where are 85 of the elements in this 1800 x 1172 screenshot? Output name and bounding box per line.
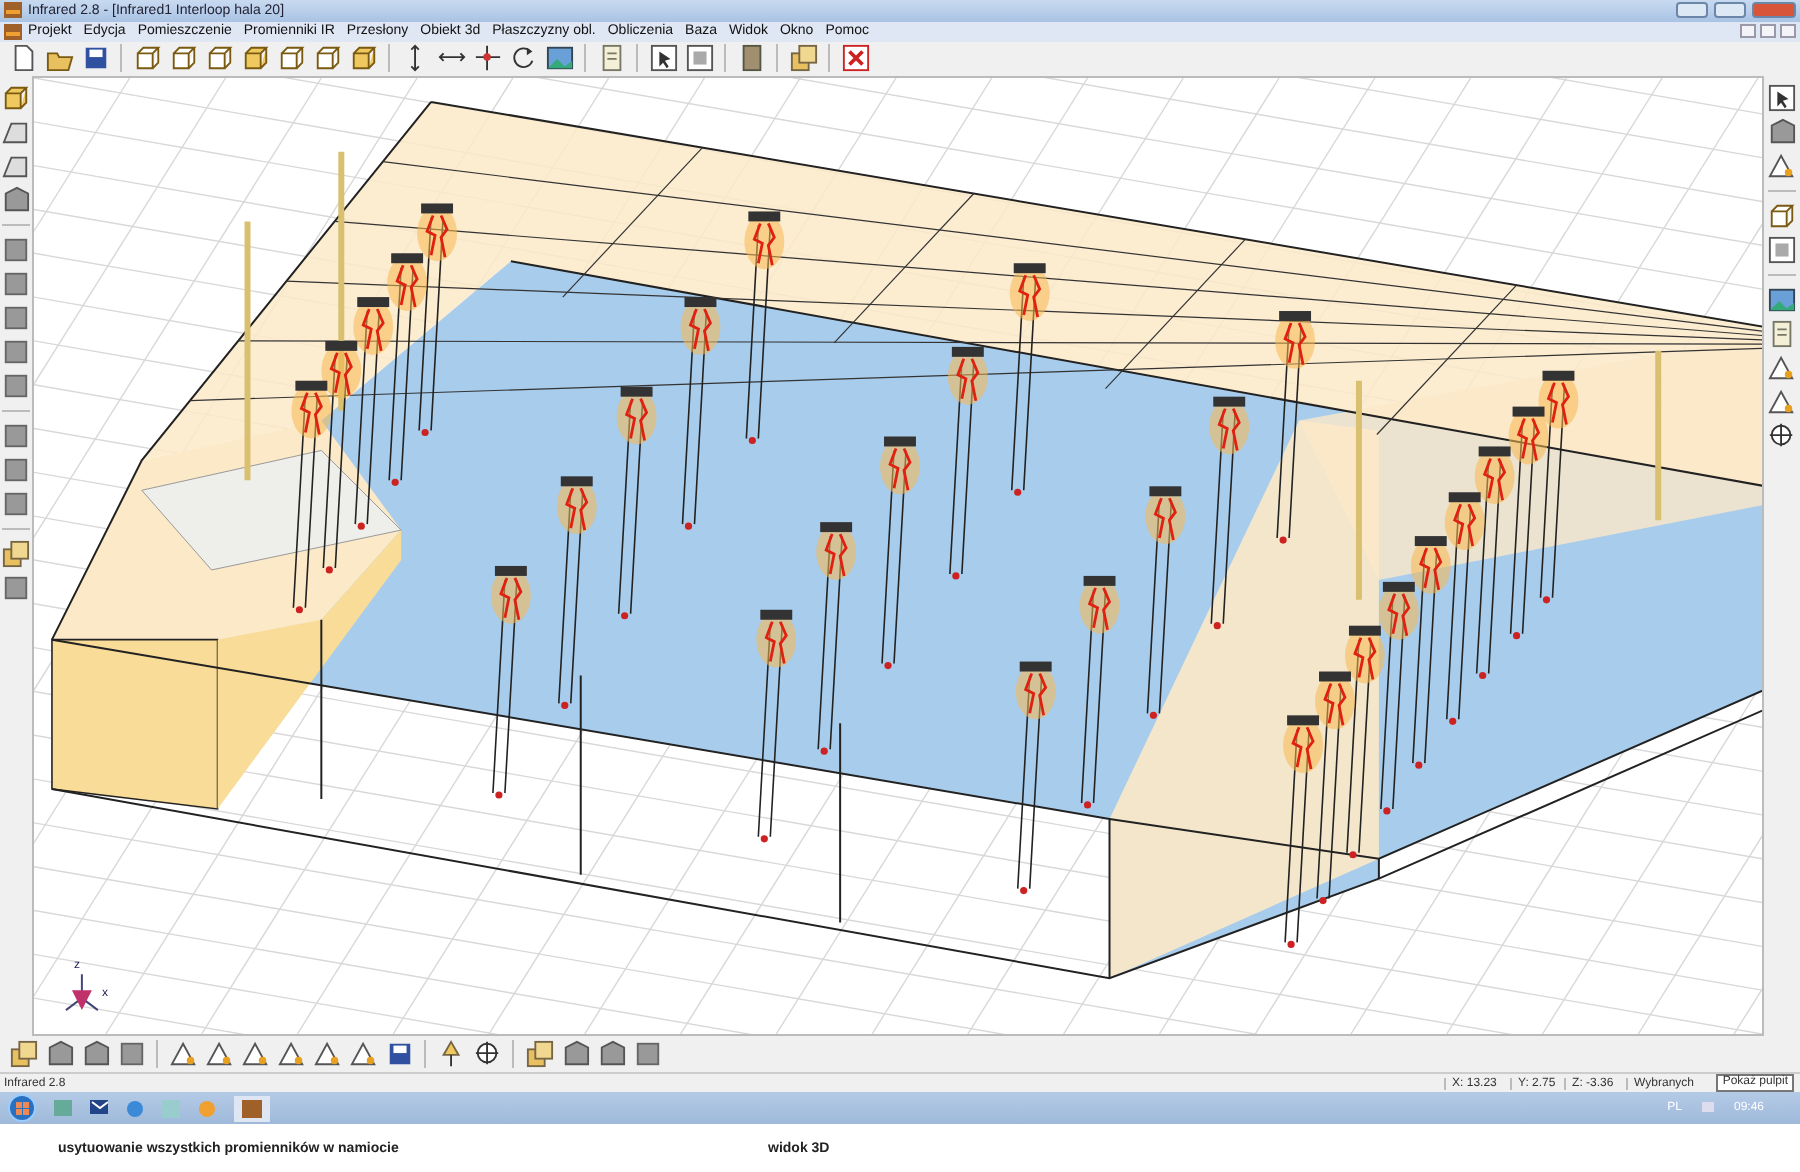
layers-icon [2, 539, 30, 568]
layers-icon [525, 1040, 553, 1069]
square-icon [2, 421, 30, 450]
toolbar-button[interactable] [310, 1038, 344, 1071]
restore-button[interactable] [1760, 24, 1776, 39]
frame-icon [685, 44, 713, 73]
wall-icon [561, 1040, 589, 1069]
square-icon [2, 455, 30, 484]
cube-icon [205, 44, 233, 73]
picture-icon [545, 44, 573, 73]
taskbar-button[interactable] [90, 1100, 108, 1117]
toolbar-button[interactable] [1765, 81, 1799, 114]
toolbar-button[interactable] [1765, 149, 1799, 182]
move-icon [473, 44, 501, 73]
page-icon [597, 44, 625, 73]
toolbar-button[interactable] [238, 1038, 272, 1071]
close-button[interactable] [1780, 24, 1796, 39]
page-icon [1768, 319, 1796, 348]
picture-icon [1768, 285, 1796, 314]
square-icon [2, 235, 30, 264]
pointer-icon [649, 44, 677, 73]
layers-icon [9, 1040, 37, 1069]
minimize-button[interactable] [1740, 24, 1756, 39]
toolbar-button[interactable] [346, 1038, 380, 1071]
triangle-icon [1768, 151, 1796, 180]
wall-icon [81, 1040, 109, 1069]
start-button[interactable] [8, 1094, 36, 1123]
cube-icon [169, 44, 197, 73]
square-icon [117, 1040, 145, 1069]
crosshair-icon [1768, 421, 1796, 450]
triangle-icon [169, 1040, 197, 1069]
toolbar-button[interactable] [0, 183, 33, 216]
taskbar-button[interactable] [234, 1095, 270, 1122]
toolbar-button[interactable] [542, 42, 576, 75]
book-icon [737, 44, 765, 73]
floppy-icon [385, 1040, 413, 1069]
cube-icon [241, 44, 269, 73]
square-icon [2, 269, 30, 298]
app-icon [4, 2, 22, 19]
square-icon [2, 573, 30, 602]
triangle-icon [205, 1040, 233, 1069]
triangle-icon [1768, 353, 1796, 382]
toolbar-button[interactable] [682, 42, 716, 75]
toolbar-button[interactable] [646, 42, 680, 75]
toolbar-button[interactable] [1765, 283, 1799, 316]
crosshair-icon [473, 1040, 501, 1069]
toolbar-button[interactable] [838, 42, 872, 75]
cube-icon [2, 83, 30, 112]
toolbar-button[interactable] [1765, 233, 1799, 266]
toolbar-button[interactable] [202, 1038, 236, 1071]
minimize-button[interactable] [1676, 2, 1708, 19]
frame-icon [1768, 235, 1796, 264]
wall-icon [45, 1040, 73, 1069]
wall-icon [597, 1040, 625, 1069]
triangle-icon [1768, 387, 1796, 416]
pin-icon [437, 1040, 465, 1069]
maximize-button[interactable] [1714, 2, 1746, 19]
layers-icon [789, 44, 817, 73]
triangle-icon [277, 1040, 305, 1069]
triangle-icon [313, 1040, 341, 1069]
pointer-icon [1768, 83, 1796, 112]
square-icon [2, 489, 30, 518]
toolbar-button[interactable] [0, 81, 33, 114]
toolbar-button[interactable] [166, 1038, 200, 1071]
square-icon [2, 371, 30, 400]
wall-icon [1768, 117, 1796, 146]
cube-icon [349, 44, 377, 73]
toolbar-button[interactable] [470, 42, 504, 75]
toolbar-button[interactable] [1765, 115, 1799, 148]
toolbar-button[interactable] [1765, 199, 1799, 232]
rotate-icon [509, 44, 537, 73]
toolbar-button[interactable] [1765, 351, 1799, 384]
cube-icon [1768, 201, 1796, 230]
toolbar-button[interactable] [1765, 385, 1799, 418]
square-icon [633, 1040, 661, 1069]
cube-icon [313, 44, 341, 73]
toolbar-button[interactable] [274, 1038, 308, 1071]
cube-icon [133, 44, 161, 73]
cube-icon [277, 44, 305, 73]
triangle-icon [349, 1040, 377, 1069]
square-icon [2, 303, 30, 332]
close-icon [841, 44, 869, 73]
square-icon [2, 337, 30, 366]
floppy-icon [81, 44, 109, 73]
triangle-icon [241, 1040, 269, 1069]
